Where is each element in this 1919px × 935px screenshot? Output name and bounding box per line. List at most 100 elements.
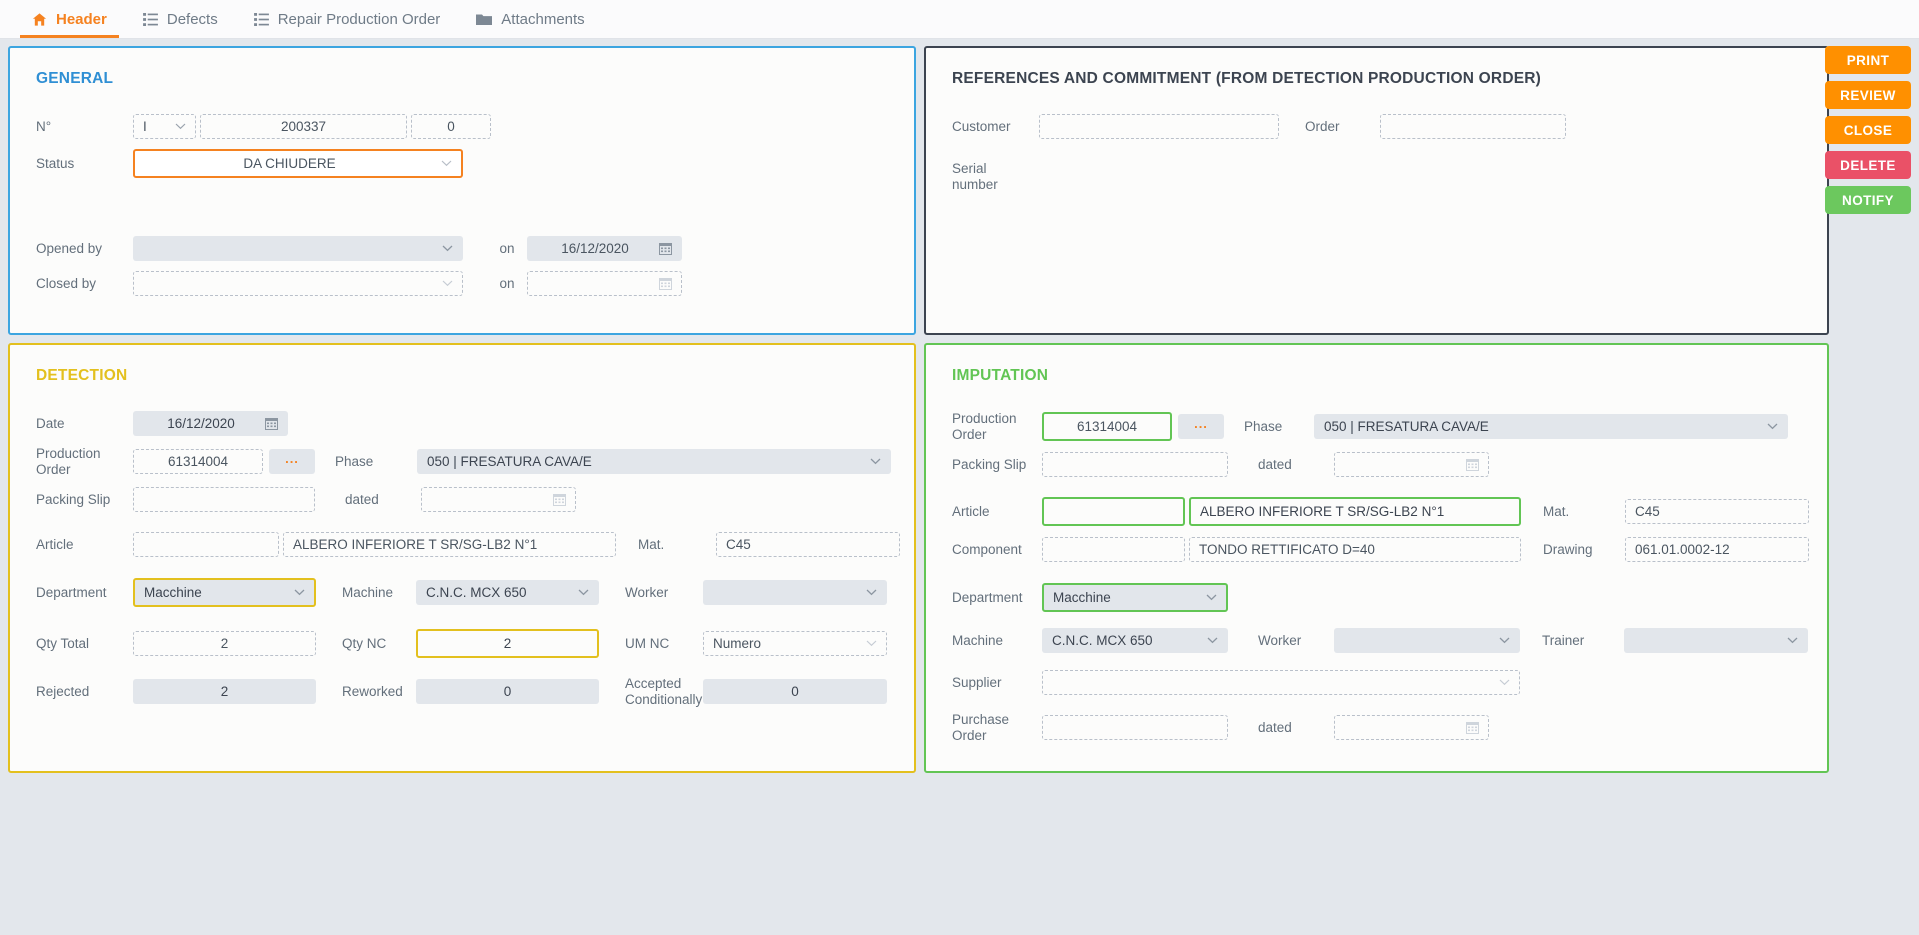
imputation-article-desc-input[interactable]: ALBERO INFERIORE T SR/SG-LB2 N°1 <box>1189 497 1521 527</box>
detection-phase-label: Phase <box>335 453 374 469</box>
number-label: N° <box>36 118 52 134</box>
serial-number-label: Serial number <box>952 161 1039 192</box>
detection-accepted-value: 0 <box>791 684 799 700</box>
detection-panel: DETECTION Date 16/12/2020 Production Ord… <box>8 343 916 773</box>
imputation-supplier-select[interactable] <box>1042 670 1520 696</box>
detection-date-label: Date <box>36 415 65 431</box>
close-button[interactable]: CLOSE <box>1825 116 1911 144</box>
detection-dated-input[interactable] <box>421 487 576 513</box>
detection-mat-value: C45 <box>726 537 751 553</box>
imputation-production-order-browse-button[interactable]: ... <box>1178 414 1224 440</box>
opened-on-date[interactable]: 16/12/2020 <box>527 236 682 261</box>
imputation-article-row: Article ALBERO INFERIORE T SR/SG-LB2 N°1… <box>952 497 1809 527</box>
serial-number-label-line2: number <box>952 176 998 192</box>
imputation-purchase-dated-label: dated <box>1258 719 1292 735</box>
imputation-trainer-select[interactable] <box>1624 628 1808 654</box>
notify-button[interactable]: NOTIFY <box>1825 186 1911 214</box>
detection-po-label-line2: Order <box>36 461 71 477</box>
imputation-drawing-input[interactable]: 061.01.0002-12 <box>1625 537 1809 563</box>
list-icon <box>142 12 158 26</box>
number-main-input[interactable]: 200337 <box>200 114 407 139</box>
opened-by-label: Opened by <box>36 240 103 256</box>
order-input[interactable] <box>1380 114 1566 139</box>
tab-defects[interactable]: Defects <box>125 0 236 38</box>
imputation-component-desc-input[interactable]: TONDO RETTIFICATO D=40 <box>1189 537 1521 563</box>
imputation-packing-slip-input[interactable] <box>1042 452 1228 478</box>
imputation-component-code-input[interactable] <box>1042 537 1185 563</box>
calendar-icon[interactable] <box>259 417 278 430</box>
detection-accepted-input[interactable]: 0 <box>703 679 887 705</box>
status-select[interactable]: DA CHIUDERE <box>133 149 463 178</box>
detection-production-order-input[interactable]: 61314004 <box>133 449 263 475</box>
detection-packing-slip-input[interactable] <box>133 487 315 513</box>
chevron-down-icon <box>1781 637 1798 644</box>
detection-machine-select[interactable]: C.N.C. MCX 650 <box>416 580 599 606</box>
chevron-down-icon <box>860 640 877 647</box>
detection-um-nc-value: Numero <box>713 636 762 652</box>
print-button[interactable]: PRINT <box>1825 46 1911 74</box>
detection-article-code-input[interactable] <box>133 532 279 558</box>
review-button[interactable]: REVIEW <box>1825 81 1911 109</box>
detection-date-input[interactable]: 16/12/2020 <box>133 411 288 436</box>
calendar-icon[interactable] <box>1460 721 1479 735</box>
calendar-icon[interactable] <box>653 277 672 290</box>
chevron-down-icon <box>436 280 453 287</box>
imputation-purchase-order-label: Purchase Order <box>952 712 1042 743</box>
imputation-purchase-order-input[interactable] <box>1042 715 1228 741</box>
tab-header[interactable]: Header <box>14 0 125 38</box>
tab-attachments-label: Attachments <box>501 10 585 28</box>
detection-phase-select[interactable]: 050 | FRESATURA CAVA/E <box>417 449 891 475</box>
imputation-article-code-input[interactable] <box>1042 497 1185 527</box>
imputation-po-label-line1: Production <box>952 411 1017 426</box>
imputation-production-order-input[interactable]: 61314004 <box>1042 412 1172 442</box>
folder-icon <box>476 13 493 26</box>
detection-rejected-input[interactable]: 2 <box>133 679 316 705</box>
closed-on-date[interactable] <box>527 271 682 296</box>
detection-machine-label: Machine <box>342 584 394 600</box>
detection-panel-title: DETECTION <box>36 367 128 384</box>
delete-button[interactable]: DELETE <box>1825 151 1911 179</box>
calendar-icon[interactable] <box>1460 458 1479 472</box>
closed-by-select[interactable] <box>133 271 463 296</box>
imputation-purchase-order-row: Purchase Order dated <box>952 712 1801 743</box>
detection-reworked-value: 0 <box>503 684 512 700</box>
customer-input[interactable] <box>1039 114 1279 139</box>
imputation-worker-select[interactable] <box>1334 628 1520 654</box>
detection-worker-select[interactable] <box>703 580 887 606</box>
detection-dated-label: dated <box>345 491 379 507</box>
number-suffix-value: 0 <box>447 119 455 134</box>
detection-article-desc-value: ALBERO INFERIORE T SR/SG-LB2 N°1 <box>293 537 538 553</box>
imputation-dated-input[interactable] <box>1334 452 1489 478</box>
detection-production-order-browse-button[interactable]: ... <box>269 449 315 475</box>
imputation-supplier-label: Supplier <box>952 674 1002 690</box>
number-row: N° I 200337 0 <box>36 114 888 139</box>
opened-on-label: on <box>499 240 515 256</box>
workspace: GENERAL N° I 200337 0 Status DA CHIUDERE <box>0 39 1919 935</box>
opened-by-select[interactable] <box>133 236 463 261</box>
detection-qty-total-input[interactable]: 2 <box>133 631 316 657</box>
detection-qty-nc-input[interactable]: 2 <box>416 629 599 659</box>
detection-mat-input[interactable]: C45 <box>716 532 900 558</box>
tab-attachments[interactable]: Attachments <box>458 0 602 38</box>
chevron-down-icon <box>1201 637 1218 644</box>
number-suffix-input[interactable]: 0 <box>411 114 491 139</box>
imputation-mat-input[interactable]: C45 <box>1625 499 1809 525</box>
imputation-phase-select[interactable]: 050 | FRESATURA CAVA/E <box>1314 414 1788 440</box>
calendar-icon[interactable] <box>653 242 672 255</box>
imputation-department-select[interactable]: Macchine <box>1042 583 1228 613</box>
detection-date-row: Date 16/12/2020 <box>36 411 888 436</box>
detection-department-select[interactable]: Macchine <box>133 578 316 608</box>
imputation-production-order-row: Production Order 61314004 ... Phase 050 … <box>952 411 1801 442</box>
number-prefix-select[interactable]: I <box>133 114 196 139</box>
detection-reworked-input[interactable]: 0 <box>416 679 599 705</box>
calendar-icon[interactable] <box>547 493 566 507</box>
imputation-machine-select[interactable]: C.N.C. MCX 650 <box>1042 628 1228 654</box>
detection-rejected-label: Rejected <box>36 683 90 699</box>
detection-article-desc-input[interactable]: ALBERO INFERIORE T SR/SG-LB2 N°1 <box>283 532 616 558</box>
imputation-supplier-row: Supplier <box>952 670 1801 696</box>
tab-repair-production-order[interactable]: Repair Production Order <box>236 0 459 38</box>
imputation-purchase-dated-input[interactable] <box>1334 715 1489 741</box>
detection-um-nc-select[interactable]: Numero <box>703 631 887 657</box>
customer-label: Customer <box>952 118 1011 134</box>
detection-packing-slip-row: Packing Slip dated <box>36 487 888 513</box>
